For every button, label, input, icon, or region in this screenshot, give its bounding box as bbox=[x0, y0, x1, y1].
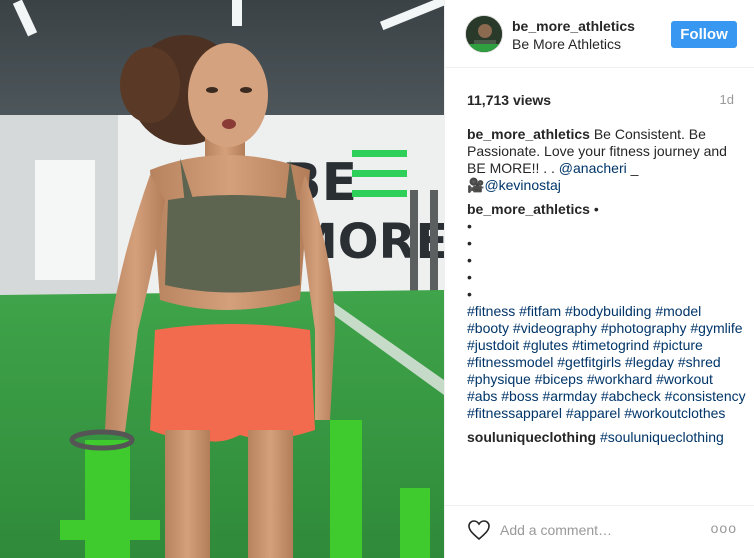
avatar-image bbox=[466, 16, 502, 52]
post-age[interactable]: 1d bbox=[720, 92, 734, 107]
bullet: • bbox=[467, 218, 472, 234]
post-header: be_more_athletics Be More Athletics Foll… bbox=[445, 0, 754, 68]
bullet: • bbox=[467, 235, 472, 251]
mention-link[interactable]: @anacheri bbox=[559, 160, 627, 176]
post-details-panel: be_more_athletics Be More Athletics Foll… bbox=[444, 0, 754, 558]
comments-list: be_more_athletics Be Consistent. Be Pass… bbox=[467, 126, 747, 501]
more-options-icon[interactable]: ooo bbox=[711, 520, 737, 536]
comment-username[interactable]: be_more_athletics bbox=[467, 126, 590, 142]
hashtag-comment: be_more_athletics • • • • • • #fitness #… bbox=[467, 201, 747, 422]
header-full-name: Be More Athletics bbox=[512, 36, 621, 52]
comment-bar: Add a comment… ooo bbox=[445, 505, 754, 558]
hashtag-link[interactable]: #souluniqueclothing bbox=[600, 429, 724, 445]
post-media[interactable]: BE MORE bbox=[0, 0, 444, 558]
post-video-frame: BE MORE bbox=[0, 0, 444, 558]
hashtags[interactable]: #fitness #fitfam #bodybuilding #model #b… bbox=[467, 303, 746, 421]
avatar[interactable] bbox=[465, 15, 503, 53]
camera-icon: 🎥 bbox=[467, 177, 485, 193]
bullet: • bbox=[467, 252, 472, 268]
bullet: • bbox=[467, 286, 472, 302]
comment-username[interactable]: souluniqueclothing bbox=[467, 429, 596, 445]
view-count[interactable]: 11,713 views bbox=[467, 92, 551, 108]
comment: souluniqueclothing #souluniqueclothing bbox=[467, 429, 747, 446]
heart-outline-icon[interactable] bbox=[467, 518, 491, 542]
bullet: • bbox=[467, 269, 472, 285]
comment-text-mid: _ bbox=[626, 160, 639, 176]
comment-username[interactable]: be_more_athletics bbox=[467, 201, 590, 217]
header-username[interactable]: be_more_athletics bbox=[512, 18, 635, 34]
caption-comment: be_more_athletics Be Consistent. Be Pass… bbox=[467, 126, 747, 194]
bullet: • bbox=[593, 201, 599, 217]
add-comment-input[interactable]: Add a comment… bbox=[500, 522, 612, 538]
mention-link[interactable]: @kevinostaj bbox=[484, 177, 560, 193]
follow-button[interactable]: Follow bbox=[671, 21, 737, 48]
